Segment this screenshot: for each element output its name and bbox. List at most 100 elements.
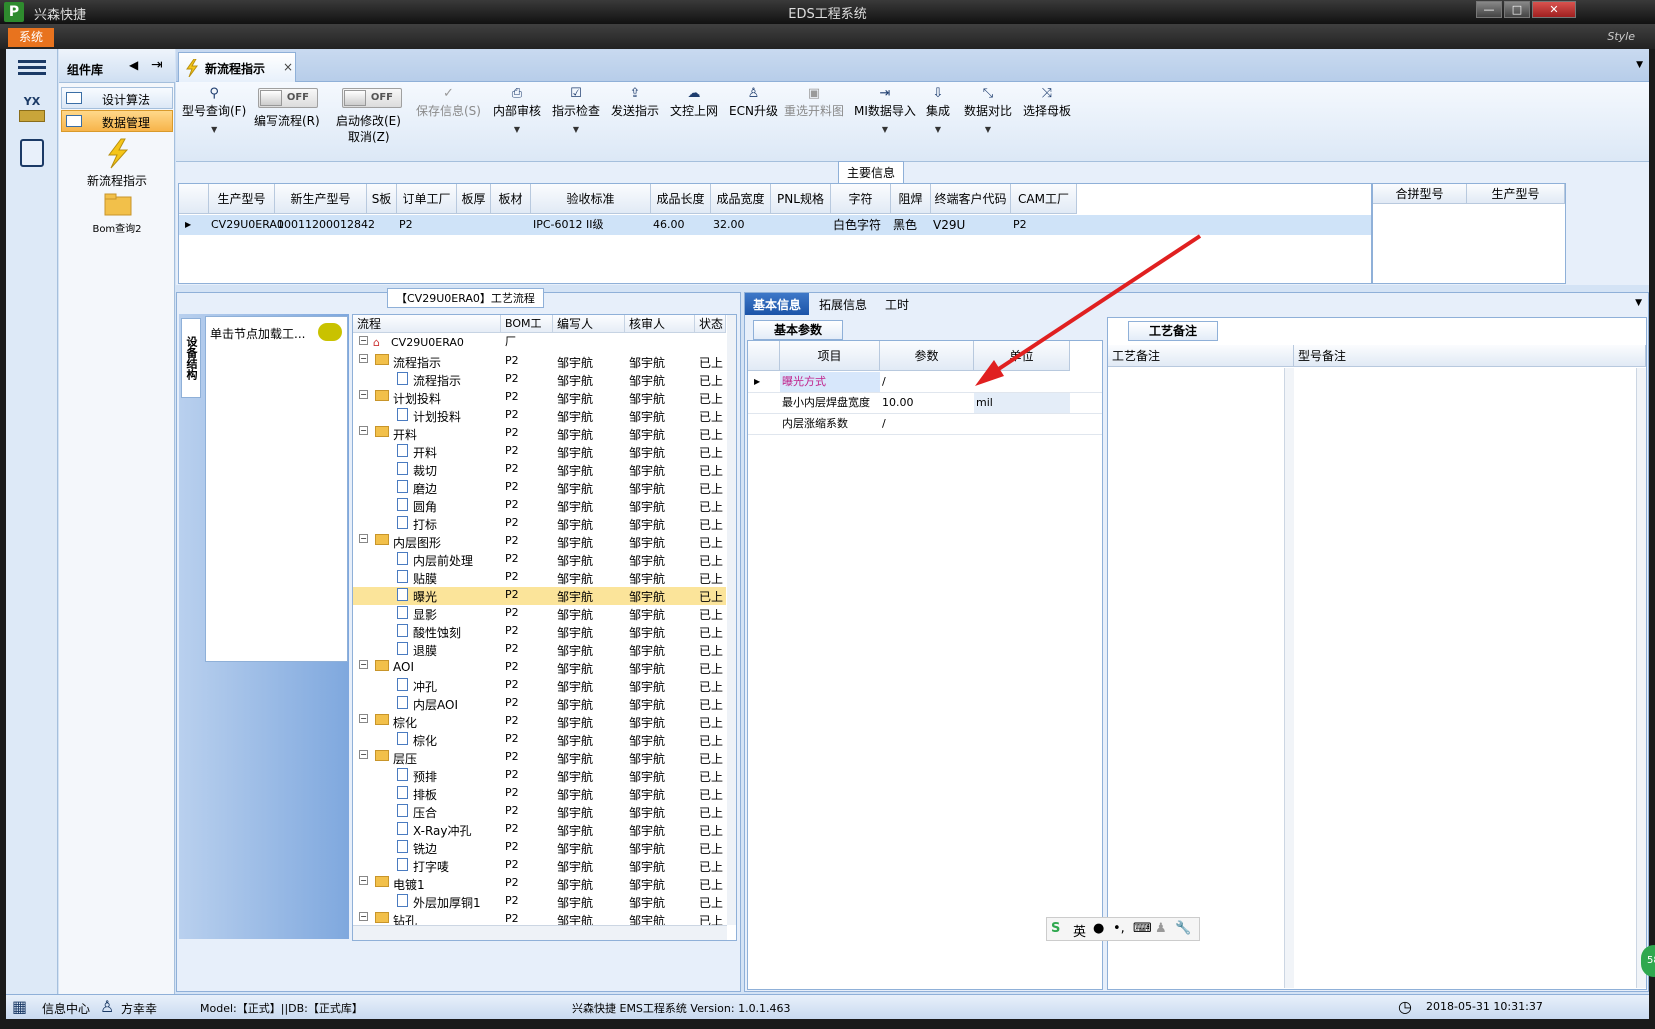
data-compare-button[interactable]: ⤡ 数据对比 ▼ (964, 86, 1012, 134)
tree-row[interactable]: 开料 P2 邹宇航 邹宇航 已上 (353, 443, 726, 461)
tree-row[interactable]: 圆角 P2 邹宇航 邹宇航 已上 (353, 497, 726, 515)
tree-row[interactable]: 打字唛 P2 邹宇航 邹宇航 已上 (353, 857, 726, 875)
cell[interactable]: 32.00 (713, 215, 745, 235)
tree-row[interactable]: 预排 P2 邹宇航 邹宇航 已上 (353, 767, 726, 785)
column-header[interactable]: 阻焊 (891, 184, 931, 214)
param-row[interactable]: 内层涨缩系数 / (748, 414, 1102, 435)
dropdown-arrow-icon[interactable]: ▼ (552, 125, 600, 134)
tree-row[interactable]: 排板 P2 邹宇航 邹宇航 已上 (353, 785, 726, 803)
column-header[interactable]: 工艺备注 (1108, 345, 1294, 367)
cell[interactable]: CV29U0ERA0 (211, 215, 284, 235)
process-remark-tab[interactable]: 工艺备注 (1128, 321, 1218, 341)
column-header[interactable]: 字符 (831, 184, 891, 214)
login-arrow-icon[interactable]: ⇥ (151, 57, 163, 73)
collapse-left-icon[interactable]: ◀ (129, 58, 138, 72)
maximize-button[interactable]: □ (1504, 1, 1530, 18)
tab-close-icon[interactable]: × (283, 60, 293, 74)
tree-row[interactable]: 压合 P2 邹宇航 邹宇航 已上 (353, 803, 726, 821)
avatar-icon[interactable]: ♟ (1155, 921, 1167, 936)
shortcut-new-flow[interactable]: 新流程指示 (61, 137, 173, 188)
tree-row[interactable]: − 内层图形 P2 邹宇航 邹宇航 已上 (353, 533, 726, 551)
tree-row[interactable]: 显影 P2 邹宇航 邹宇航 已上 (353, 605, 726, 623)
param-row[interactable]: 最小内层焊盘宽度 10.00 mil (748, 393, 1102, 414)
mi-import-button[interactable]: ⇥ MI数据导入 ▼ (854, 86, 916, 134)
column-header[interactable]: 型号备注 (1294, 345, 1646, 367)
tab-dropdown-icon[interactable]: ▼ (1636, 60, 1643, 70)
column-header[interactable]: S板 (367, 184, 397, 214)
column-header[interactable]: 成品宽度 (711, 184, 771, 214)
dropdown-arrow-icon[interactable]: ▼ (926, 125, 950, 134)
notification-badge[interactable]: 58 (1641, 945, 1655, 977)
tree-row[interactable]: − 计划投料 P2 邹宇航 邹宇航 已上 (353, 389, 726, 407)
tree-root[interactable]: − ⌂ CV29U0ERA0 (353, 335, 726, 353)
hamburger-menu-icon[interactable] (18, 57, 46, 79)
ime-language[interactable]: 英 (1073, 921, 1086, 940)
tree-row[interactable]: 计划投料 P2 邹宇航 邹宇航 已上 (353, 407, 726, 425)
collapse-icon[interactable]: − (359, 390, 368, 399)
collapse-icon[interactable]: − (359, 750, 368, 759)
column-header[interactable]: 生产型号 (1467, 184, 1565, 204)
instruction-check-button[interactable]: ☑ 指示检查 ▼ (552, 86, 600, 134)
remark-scrollbar[interactable] (1284, 368, 1294, 988)
tree-row[interactable]: 曝光 P2 邹宇航 邹宇航 已上 (353, 587, 726, 605)
tree-row[interactable]: 棕化 P2 邹宇航 邹宇航 已上 (353, 731, 726, 749)
lib-item-design-algorithm[interactable]: 设计算法 (61, 87, 173, 109)
column-header[interactable]: 成品长度 (651, 184, 711, 214)
param-value[interactable]: / (882, 372, 974, 392)
tree-row[interactable]: 打标 P2 邹宇航 邹宇航 已上 (353, 515, 726, 533)
tree-row[interactable]: 内层AOI P2 邹宇航 邹宇航 已上 (353, 695, 726, 713)
column-header[interactable]: 板厚 (457, 184, 491, 214)
reselect-drawing-button[interactable]: ▣ 重选开料图 (784, 86, 844, 119)
select-mother-button[interactable]: ⤨ 选择母板 (1023, 86, 1071, 119)
cell[interactable]: 10011200012842 (277, 215, 375, 235)
cell[interactable]: P2 (399, 215, 413, 235)
collapse-icon[interactable]: − (359, 354, 368, 363)
column-header[interactable]: BOM工厂 (501, 315, 553, 348)
main-info-row[interactable]: ▶ CV29U0ERA0 10011200012842 P2 IPC-6012 II级 4… (179, 215, 1371, 235)
cell[interactable]: V29U (933, 215, 965, 235)
start-modify-toggle[interactable]: OFF (342, 88, 402, 108)
tree-row[interactable]: − 层压 P2 邹宇航 邹宇航 已上 (353, 749, 726, 767)
shortcut-bom-query[interactable]: Bom查询2 (61, 191, 173, 235)
tab-extended-info[interactable]: 拓展信息 (811, 293, 875, 315)
collapse-icon[interactable]: − (359, 912, 368, 921)
column-header[interactable]: 流程 (353, 315, 501, 333)
system-menu-button[interactable]: 系统 (8, 28, 54, 47)
edit-flow-toggle[interactable]: OFF (258, 88, 318, 108)
tab-basic-info[interactable]: 基本信息 (745, 293, 810, 315)
tree-row[interactable]: − 开料 P2 邹宇航 邹宇航 已上 (353, 425, 726, 443)
column-header[interactable]: 合拼型号 (1373, 184, 1467, 204)
tree-row[interactable]: 贴膜 P2 邹宇航 邹宇航 已上 (353, 569, 726, 587)
cell[interactable]: 白色字符 (833, 215, 881, 235)
tree-row[interactable]: 外层加厚铜1 P2 邹宇航 邹宇航 已上 (353, 893, 726, 911)
sogou-s-icon[interactable]: S (1051, 921, 1060, 936)
collapse-icon[interactable]: − (359, 660, 368, 669)
tree-row[interactable]: 磨边 P2 邹宇航 邹宇航 已上 (353, 479, 726, 497)
doc-control-upload-button[interactable]: ☁ 文控上网 (670, 86, 718, 119)
tab-new-flow[interactable]: 新流程指示 × (178, 52, 296, 82)
tree-row[interactable]: − 电镀1 P2 邹宇航 邹宇航 已上 (353, 875, 726, 893)
model-remark-scrollbar[interactable] (1636, 368, 1646, 988)
minimize-button[interactable]: — (1476, 1, 1502, 18)
panel-dropdown-icon[interactable]: ▼ (1635, 298, 1642, 308)
collapse-icon[interactable]: − (359, 714, 368, 723)
tree-row[interactable]: − AOI P2 邹宇航 邹宇航 已上 (353, 659, 726, 677)
param-row[interactable]: ▶ 曝光方式 / (748, 372, 1102, 393)
tree-row[interactable]: 流程指示 P2 邹宇航 邹宇航 已上 (353, 371, 726, 389)
cell[interactable]: 黑色 (893, 215, 917, 235)
cell[interactable]: P2 (1013, 215, 1027, 235)
column-header[interactable]: 状态 (695, 315, 726, 333)
edit-flow-button[interactable]: 编写流程(R) (254, 112, 320, 129)
yx-factory-icon[interactable]: YX (14, 95, 50, 129)
cell[interactable]: IPC-6012 II级 (533, 215, 604, 235)
column-header[interactable]: PNL规格 (771, 184, 831, 214)
ecn-upgrade-button[interactable]: ♙ ECN升级 (729, 86, 778, 119)
close-window-button[interactable]: ✕ (1532, 1, 1576, 18)
integrate-button[interactable]: ⇩ 集成 ▼ (926, 86, 950, 134)
param-value[interactable]: 10.00 (882, 393, 974, 413)
dropdown-arrow-icon[interactable]: ▼ (493, 125, 541, 134)
tree-row[interactable]: 铣边 P2 邹宇航 邹宇航 已上 (353, 839, 726, 857)
tree-row[interactable]: − 棕化 P2 邹宇航 邹宇航 已上 (353, 713, 726, 731)
column-header[interactable]: 参数 (880, 341, 974, 371)
grid-icon[interactable]: ▦ (12, 997, 27, 1016)
